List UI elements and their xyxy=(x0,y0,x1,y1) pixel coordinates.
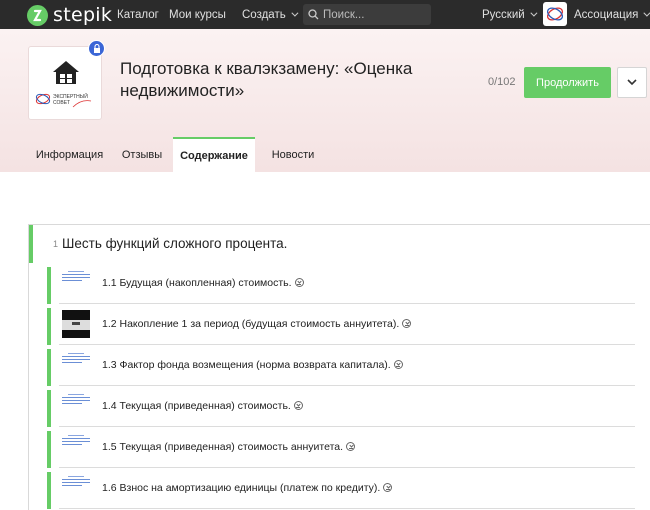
course-cover-logo: ЭКСПЕРТНЫЙ СОВЕТ xyxy=(35,61,92,108)
top-navbar: stepik Каталог Мои курсы Создать Русский… xyxy=(0,0,650,29)
lesson-progress-bar xyxy=(47,390,51,427)
lesson-thumbnail xyxy=(62,433,90,461)
lesson-title-text: 1.5 Текущая (приведенная) стоимость анну… xyxy=(102,441,344,453)
module-number: 1 xyxy=(53,239,59,249)
course-actions-dropdown[interactable] xyxy=(617,67,647,98)
lesson-progress-bar xyxy=(47,431,51,468)
tab-info[interactable]: Информация xyxy=(28,137,111,172)
chevron-down-icon xyxy=(643,9,650,17)
lesson-progress-bar xyxy=(47,267,51,304)
user-menu[interactable]: Ассоциация xyxy=(574,0,650,29)
lesson-title-text: 1.4 Текущая (приведенная) стоимость. xyxy=(102,400,291,412)
lesson-title-text: 1.2 Накопление 1 за период (будущая стои… xyxy=(102,318,400,330)
stepik-logo[interactable]: stepik xyxy=(27,4,112,26)
nav-create-label: Создать xyxy=(242,8,286,21)
tab-news[interactable]: Новости xyxy=(255,137,331,172)
search-input[interactable] xyxy=(323,8,423,21)
brand-name: stepik xyxy=(53,4,113,26)
lesson-title: 1.3 Фактор фонда возмещения (норма возвр… xyxy=(102,359,403,371)
lesson-item[interactable]: 1.6 Взнос на амортизацию единицы (платеж… xyxy=(29,468,650,509)
download-icon[interactable] xyxy=(293,400,303,410)
course-title: Подготовка к квалэкзамену: «Оценка недви… xyxy=(120,59,413,100)
lesson-title-text: 1.3 Фактор фонда возмещения (норма возвр… xyxy=(102,359,391,371)
search-box[interactable] xyxy=(303,4,431,25)
lesson-item[interactable]: 1.3 Фактор фонда возмещения (норма возвр… xyxy=(29,345,650,386)
course-tabs: Информация Отзывы Содержание Новости xyxy=(28,137,331,172)
lesson-progress-bar xyxy=(47,472,51,509)
continue-button[interactable]: Продолжить xyxy=(524,67,611,98)
download-icon[interactable] xyxy=(294,277,304,287)
download-icon[interactable] xyxy=(383,482,393,492)
module-header[interactable]: 1 Шесть функций сложного процента. xyxy=(29,225,650,263)
download-icon[interactable] xyxy=(346,441,356,451)
svg-text:ЭКСПЕРТНЫЙ: ЭКСПЕРТНЫЙ xyxy=(53,92,88,100)
lesson-list: 1.1 Будущая (накопленная) стоимость. 1.2 … xyxy=(29,263,650,509)
lesson-item[interactable]: 1.4 Текущая (приведенная) стоимость. xyxy=(29,386,650,427)
lesson-thumbnail xyxy=(62,269,90,297)
chevron-down-icon xyxy=(530,9,538,17)
download-icon[interactable] xyxy=(393,359,403,369)
lesson-progress-bar xyxy=(47,349,51,386)
lesson-thumbnail xyxy=(62,351,90,379)
lesson-progress-bar xyxy=(47,308,51,345)
course-header: ЭКСПЕРТНЫЙ СОВЕТ Подготовка к квалэкзаме… xyxy=(0,29,650,172)
tab-content[interactable]: Содержание xyxy=(173,137,255,172)
tab-reviews[interactable]: Отзывы xyxy=(111,137,173,172)
chevron-down-icon xyxy=(291,9,299,17)
lesson-title-text: 1.6 Взнос на амортизацию единицы (платеж… xyxy=(102,482,381,494)
lesson-title: 1.4 Текущая (приведенная) стоимость. xyxy=(102,400,303,412)
nav-create-menu[interactable]: Создать xyxy=(242,0,299,29)
lesson-title: 1.5 Текущая (приведенная) стоимость анну… xyxy=(102,441,356,453)
module-section: 1 Шесть функций сложного процента. 1.1 Б… xyxy=(28,224,650,510)
lesson-title: 1.1 Будущая (накопленная) стоимость. xyxy=(102,277,304,289)
user-name: Ассоциация xyxy=(574,8,639,21)
search-icon xyxy=(308,9,319,20)
lesson-title-text: 1.1 Будущая (накопленная) стоимость. xyxy=(102,277,292,289)
lesson-item[interactable]: 1.1 Будущая (накопленная) стоимость. xyxy=(29,263,650,304)
user-avatar[interactable] xyxy=(543,2,567,26)
lesson-thumbnail xyxy=(62,310,90,338)
lesson-title: 1.2 Накопление 1 за период (будущая стои… xyxy=(102,318,412,330)
module-title: Шесть функций сложного процента. xyxy=(62,236,288,251)
download-icon[interactable] xyxy=(402,318,412,328)
lesson-item[interactable]: 1.5 Текущая (приведенная) стоимость анну… xyxy=(29,427,650,468)
nav-my-courses[interactable]: Мои курсы xyxy=(169,0,226,29)
course-cover: ЭКСПЕРТНЫЙ СОВЕТ xyxy=(28,46,102,120)
lesson-title: 1.6 Взнос на амортизацию единицы (платеж… xyxy=(102,482,393,494)
progress-count: 0/102 xyxy=(488,76,516,88)
language-label: Русский xyxy=(482,8,525,21)
language-selector[interactable]: Русский xyxy=(482,0,538,29)
avatar-logo-icon xyxy=(546,7,564,21)
lesson-thumbnail xyxy=(62,392,90,420)
lock-icon xyxy=(88,40,105,57)
lesson-item[interactable]: 1.2 Накопление 1 за период (будущая стои… xyxy=(29,304,650,345)
svg-text:СОВЕТ: СОВЕТ xyxy=(53,100,70,106)
chevron-down-icon xyxy=(627,79,637,86)
stepik-logo-icon xyxy=(27,4,48,26)
lesson-divider xyxy=(59,508,635,509)
nav-catalog[interactable]: Каталог xyxy=(117,0,159,29)
lesson-thumbnail xyxy=(62,474,90,502)
